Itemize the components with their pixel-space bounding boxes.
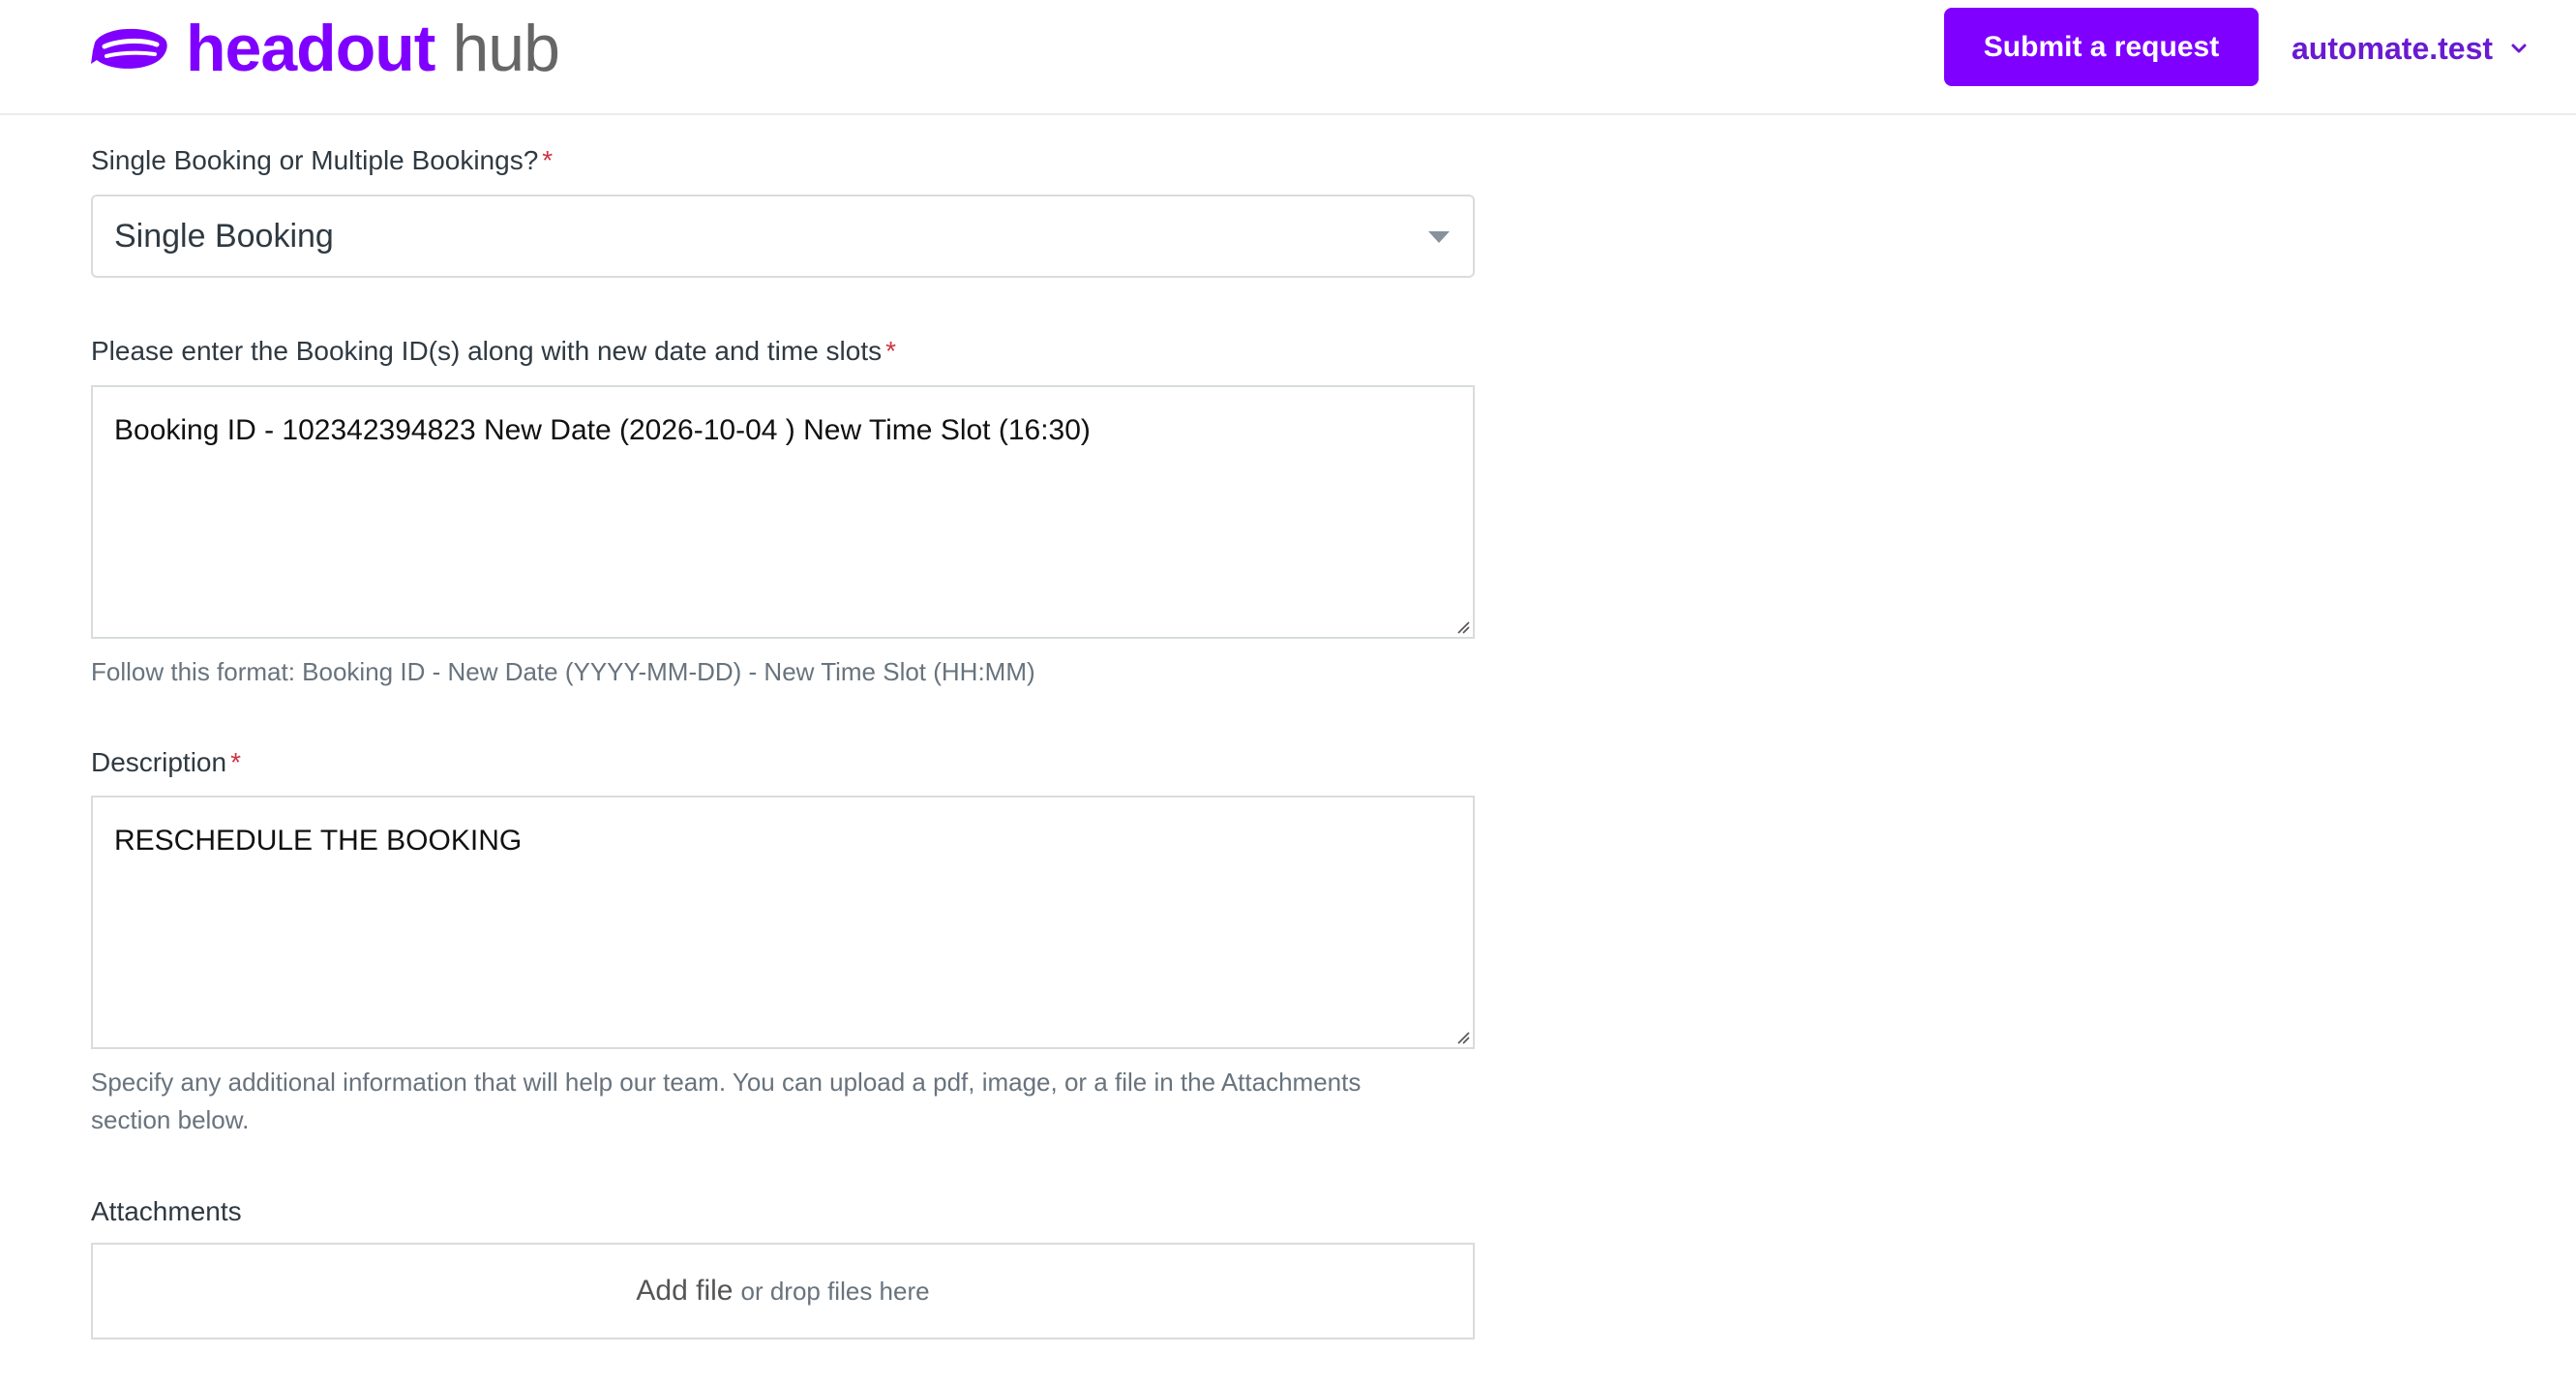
attachments-label: Attachments (91, 1196, 242, 1226)
chevron-down-icon (2511, 44, 2527, 53)
resize-handle-icon[interactable] (1454, 1029, 1470, 1044)
booking-ids-value: Booking ID - 102342394823 New Date (2026… (114, 414, 1091, 446)
dropdown-caret-icon (1428, 231, 1450, 243)
booking-type-label-text: Single Booking or Multiple Bookings? (91, 145, 539, 175)
required-marker: * (542, 145, 554, 175)
booking-type-label: Single Booking or Multiple Bookings? * (91, 145, 553, 176)
description-textarea[interactable]: RESCHEDULE THE BOOKING (91, 796, 1475, 1049)
product-name: hub (452, 12, 559, 85)
user-menu[interactable]: automate.test (2291, 23, 2528, 74)
headout-hub-logo[interactable]: headout hub (89, 12, 560, 85)
required-marker: * (885, 336, 897, 366)
description-hint: Specify any additional information that … (91, 1064, 1361, 1139)
attachments-dropzone[interactable]: Add file or drop files here (91, 1243, 1475, 1339)
booking-ids-hint: Follow this format: Booking ID - New Dat… (91, 657, 1035, 686)
description-label: Description * (91, 747, 241, 778)
add-file-link[interactable]: Add file (636, 1275, 733, 1308)
booking-type-select[interactable]: Single Booking (91, 195, 1475, 278)
description-hint-line-1: Specify any additional information that … (91, 1068, 1362, 1097)
brand-name: headout (186, 12, 435, 85)
booking-type-value: Single Booking (114, 217, 334, 255)
description-hint-line-2: section below. (91, 1105, 250, 1134)
drop-files-text: or drop files here (740, 1276, 930, 1306)
user-name: automate.test (2291, 30, 2494, 66)
resize-handle-icon[interactable] (1454, 618, 1470, 634)
booking-ids-textarea[interactable]: Booking ID - 102342394823 New Date (2026… (91, 385, 1475, 639)
description-value: RESCHEDULE THE BOOKING (114, 825, 523, 857)
booking-ids-label-text: Please enter the Booking ID(s) along wit… (91, 336, 883, 366)
booking-ids-label: Please enter the Booking ID(s) along wit… (91, 336, 896, 367)
description-label-text: Description (91, 747, 227, 777)
submit-request-button[interactable]: Submit a request (1944, 8, 2259, 86)
blimp-logo-icon (91, 28, 167, 69)
top-header: headout hub Submit a request automate.te… (0, 0, 2576, 115)
required-marker: * (230, 747, 241, 777)
